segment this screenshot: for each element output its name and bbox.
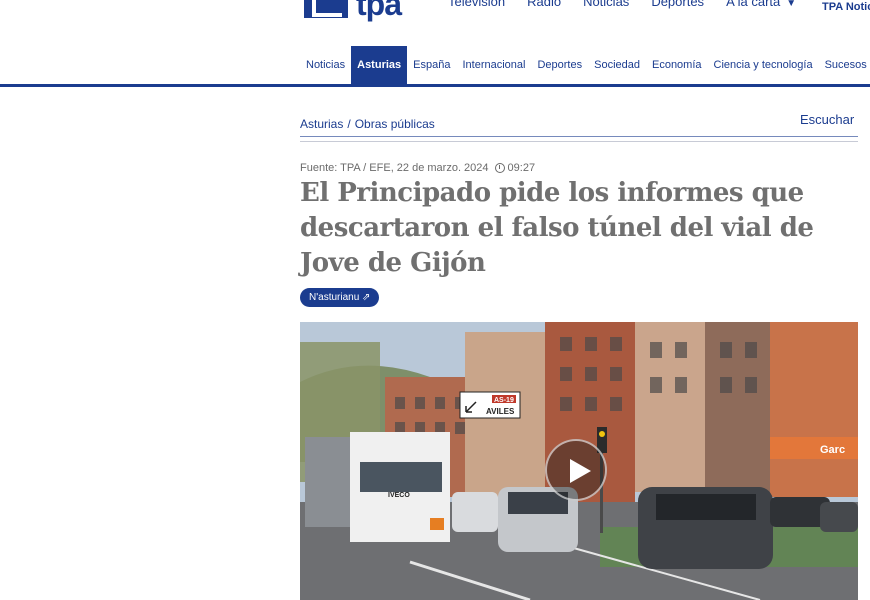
top-nav-a-la-carta[interactable]: A la carta ▼ bbox=[726, 0, 796, 9]
chevron-down-icon: ▼ bbox=[786, 0, 797, 9]
breadcrumb-obras-publicas[interactable]: Obras públicas bbox=[355, 117, 435, 131]
road-sign-code: AS-19 bbox=[494, 397, 514, 404]
top-nav-deportes[interactable]: Deportes bbox=[651, 0, 704, 9]
tab-sucesos[interactable]: Sucesos bbox=[819, 46, 870, 84]
article-source: Fuente: TPA / EFE, 22 de marzo. 2024 bbox=[300, 162, 489, 174]
play-icon[interactable] bbox=[545, 439, 607, 501]
tpa-logo-icon[interactable] bbox=[304, 0, 348, 18]
article-title: El Principado pide los informes que desc… bbox=[300, 178, 814, 278]
section-nav: Noticias Asturias España Internacional D… bbox=[300, 46, 870, 84]
asturian-language-button[interactable]: N'asturianu ⇗ bbox=[300, 288, 380, 307]
tpa-noticias-link[interactable]: TPA Noticias bbox=[822, 1, 870, 13]
truck-brand-text: IVECO bbox=[388, 492, 410, 499]
tab-deportes[interactable]: Deportes bbox=[531, 46, 588, 84]
listen-button[interactable]: Escuchar bbox=[800, 112, 854, 127]
top-nav: Televisión Radio Noticias Deportes A la … bbox=[448, 0, 796, 9]
tab-economia[interactable]: Economía bbox=[646, 46, 708, 84]
breadcrumb-divider bbox=[300, 136, 858, 137]
tab-noticias[interactable]: Noticias bbox=[300, 46, 351, 84]
clock-icon bbox=[494, 163, 505, 173]
top-nav-radio[interactable]: Radio bbox=[527, 0, 561, 9]
breadcrumb: Asturias / Obras públicas bbox=[300, 117, 435, 131]
tab-sociedad[interactable]: Sociedad bbox=[588, 46, 646, 84]
logo-text[interactable]: tpa bbox=[356, 0, 402, 23]
nav-divider bbox=[0, 84, 870, 87]
article-meta: Fuente: TPA / EFE, 22 de marzo. 2024 09:… bbox=[300, 162, 535, 174]
road-sign-text: AVILES bbox=[486, 407, 515, 416]
breadcrumb-asturias[interactable]: Asturias bbox=[300, 117, 343, 131]
shop-sign-text: Garc bbox=[820, 444, 845, 456]
tab-ciencia-tecnologia[interactable]: Ciencia y tecnología bbox=[708, 46, 819, 84]
breadcrumb-separator: / bbox=[347, 117, 351, 131]
tab-espana[interactable]: España bbox=[407, 46, 456, 84]
breadcrumb-divider-light bbox=[300, 141, 858, 142]
tab-asturias[interactable]: Asturias bbox=[351, 46, 408, 84]
tab-internacional[interactable]: Internacional bbox=[456, 46, 531, 84]
article-time: 09:27 bbox=[507, 162, 536, 174]
video-player[interactable]: Garc AS-19 AVILES IVECO bbox=[300, 322, 858, 600]
top-nav-noticias[interactable]: Noticias bbox=[583, 0, 629, 9]
top-nav-television[interactable]: Televisión bbox=[448, 0, 505, 9]
site-header: tpa Televisión Radio Noticias Deportes A… bbox=[0, 0, 870, 40]
